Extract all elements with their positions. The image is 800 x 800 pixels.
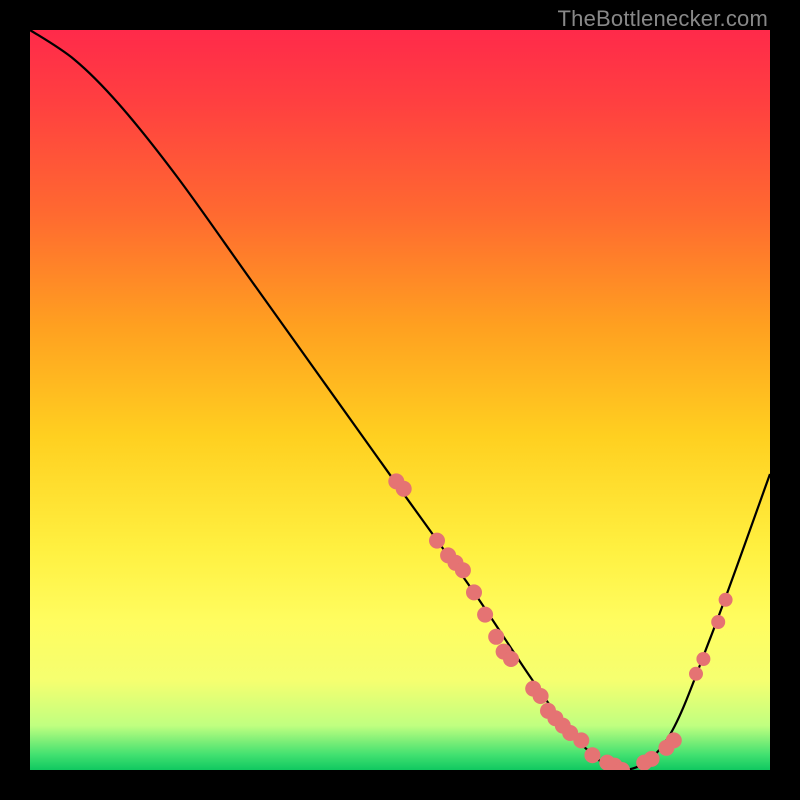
watermark-label: TheBottlenecker.com	[558, 6, 768, 32]
data-point	[477, 607, 493, 623]
data-point	[696, 652, 710, 666]
plot-area	[30, 30, 770, 770]
chart-frame: TheBottlenecker.com	[0, 0, 800, 800]
data-point	[719, 593, 733, 607]
data-point	[533, 688, 549, 704]
data-point	[573, 732, 589, 748]
data-point	[689, 667, 703, 681]
data-point	[503, 651, 519, 667]
data-point	[644, 751, 660, 767]
data-point	[429, 533, 445, 549]
curve-markers	[388, 473, 732, 770]
data-point	[455, 562, 471, 578]
data-point	[488, 629, 504, 645]
bottleneck-curve	[30, 30, 770, 770]
data-point	[584, 747, 600, 763]
data-point	[396, 481, 412, 497]
data-point	[466, 584, 482, 600]
data-point	[711, 615, 725, 629]
data-point	[666, 732, 682, 748]
curve-svg	[30, 30, 770, 770]
